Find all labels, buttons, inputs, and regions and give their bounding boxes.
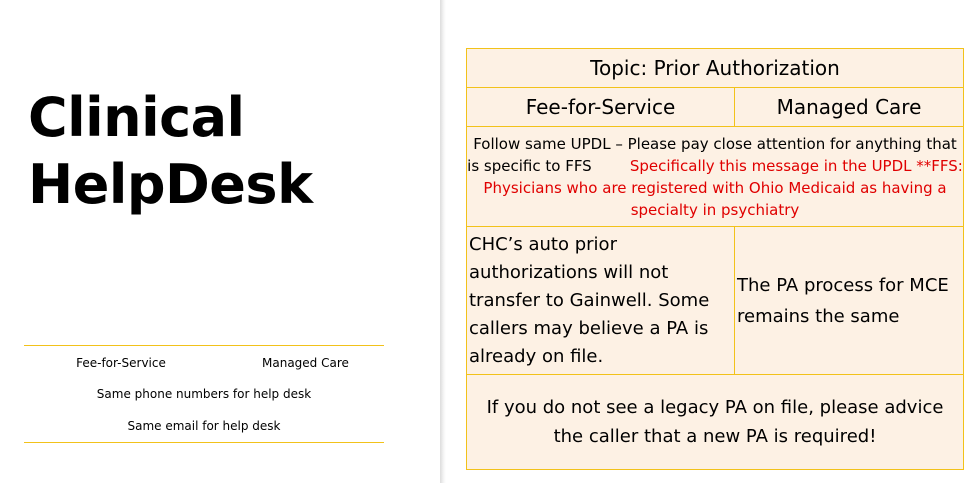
prior-authorization-table: Topic: Prior Authorization Fee-for-Servi… [465,48,965,470]
legacy-pa-cell: If you do not see a legacy PA on file, p… [465,374,965,470]
summary-row-email: Same email for help desk [127,419,281,433]
slide-title: Clinical HelpDesk [28,84,428,218]
left-panel: Clinical HelpDesk Fee-for-Service Manage… [0,0,442,483]
mce-process-cell: The PA process for MCE remains the same [733,226,965,375]
summary-bottom-rule [24,442,384,443]
updl-note-row: Follow same UPDL – Please pay close atte… [465,126,965,227]
updl-note-cell: Follow same UPDL – Please pay close atte… [465,126,965,227]
ffs-process-cell: CHC’s auto prior authorizations will not… [466,226,735,375]
slide-title-line2: HelpDesk [28,153,313,216]
summary-table: Fee-for-Service Managed Care Same phone … [24,345,384,443]
header-managed-care: Managed Care [733,87,965,127]
summary-col-ffs: Fee-for-Service [76,356,166,370]
summary-col-managed-care: Managed Care [262,356,349,370]
slide-title-line1: Clinical [28,86,245,149]
column-header-row: Fee-for-Service Managed Care [466,87,965,127]
header-ffs: Fee-for-Service [466,87,735,127]
legacy-row: If you do not see a legacy PA on file, p… [465,374,965,470]
topic-cell: Topic: Prior Authorization [465,48,965,88]
process-row: CHC’s auto prior authorizations will not… [466,226,965,375]
summary-row-phone: Same phone numbers for help desk [96,387,312,401]
topic-row: Topic: Prior Authorization [465,48,965,88]
summary-header-row: Fee-for-Service Managed Care [24,346,384,378]
